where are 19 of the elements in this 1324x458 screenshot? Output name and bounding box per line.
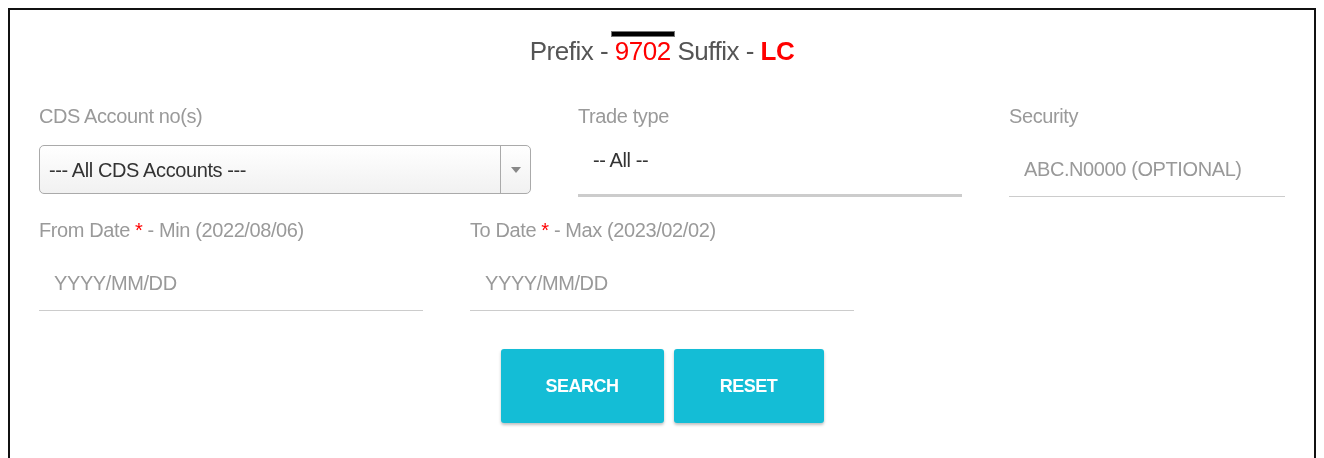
field-label: From Date — [39, 219, 130, 241]
required-mark: * — [541, 219, 549, 241]
required-mark: * — [135, 219, 143, 241]
input-field[interactable]: YYYY/MM/DD — [39, 257, 423, 311]
field-label: CDS Account no(s) — [39, 105, 203, 127]
field-label: Trade type — [578, 105, 669, 127]
dropdown-arrow-icon — [510, 166, 521, 173]
field-label: To Date — [470, 219, 537, 241]
account-number: 9702 — [614, 36, 671, 66]
title-text: Prefix - — [529, 36, 610, 66]
suffix-code: LC — [760, 36, 795, 66]
input-field[interactable]: YYYY/MM/DD — [470, 257, 854, 311]
input-field[interactable]: ABC.N0000 (OPTIONAL) — [1009, 143, 1285, 197]
date-range-hint: - Min (2022/08/06) — [147, 219, 304, 241]
account-select[interactable]: --- All CDS Accounts --- — [39, 145, 531, 194]
trade-type-select[interactable]: -- All -- — [578, 141, 962, 197]
title-text: Suffix - — [676, 36, 755, 66]
date-range-hint: - Max (2023/02/02) — [553, 219, 716, 241]
field-label: Security — [1009, 105, 1079, 127]
